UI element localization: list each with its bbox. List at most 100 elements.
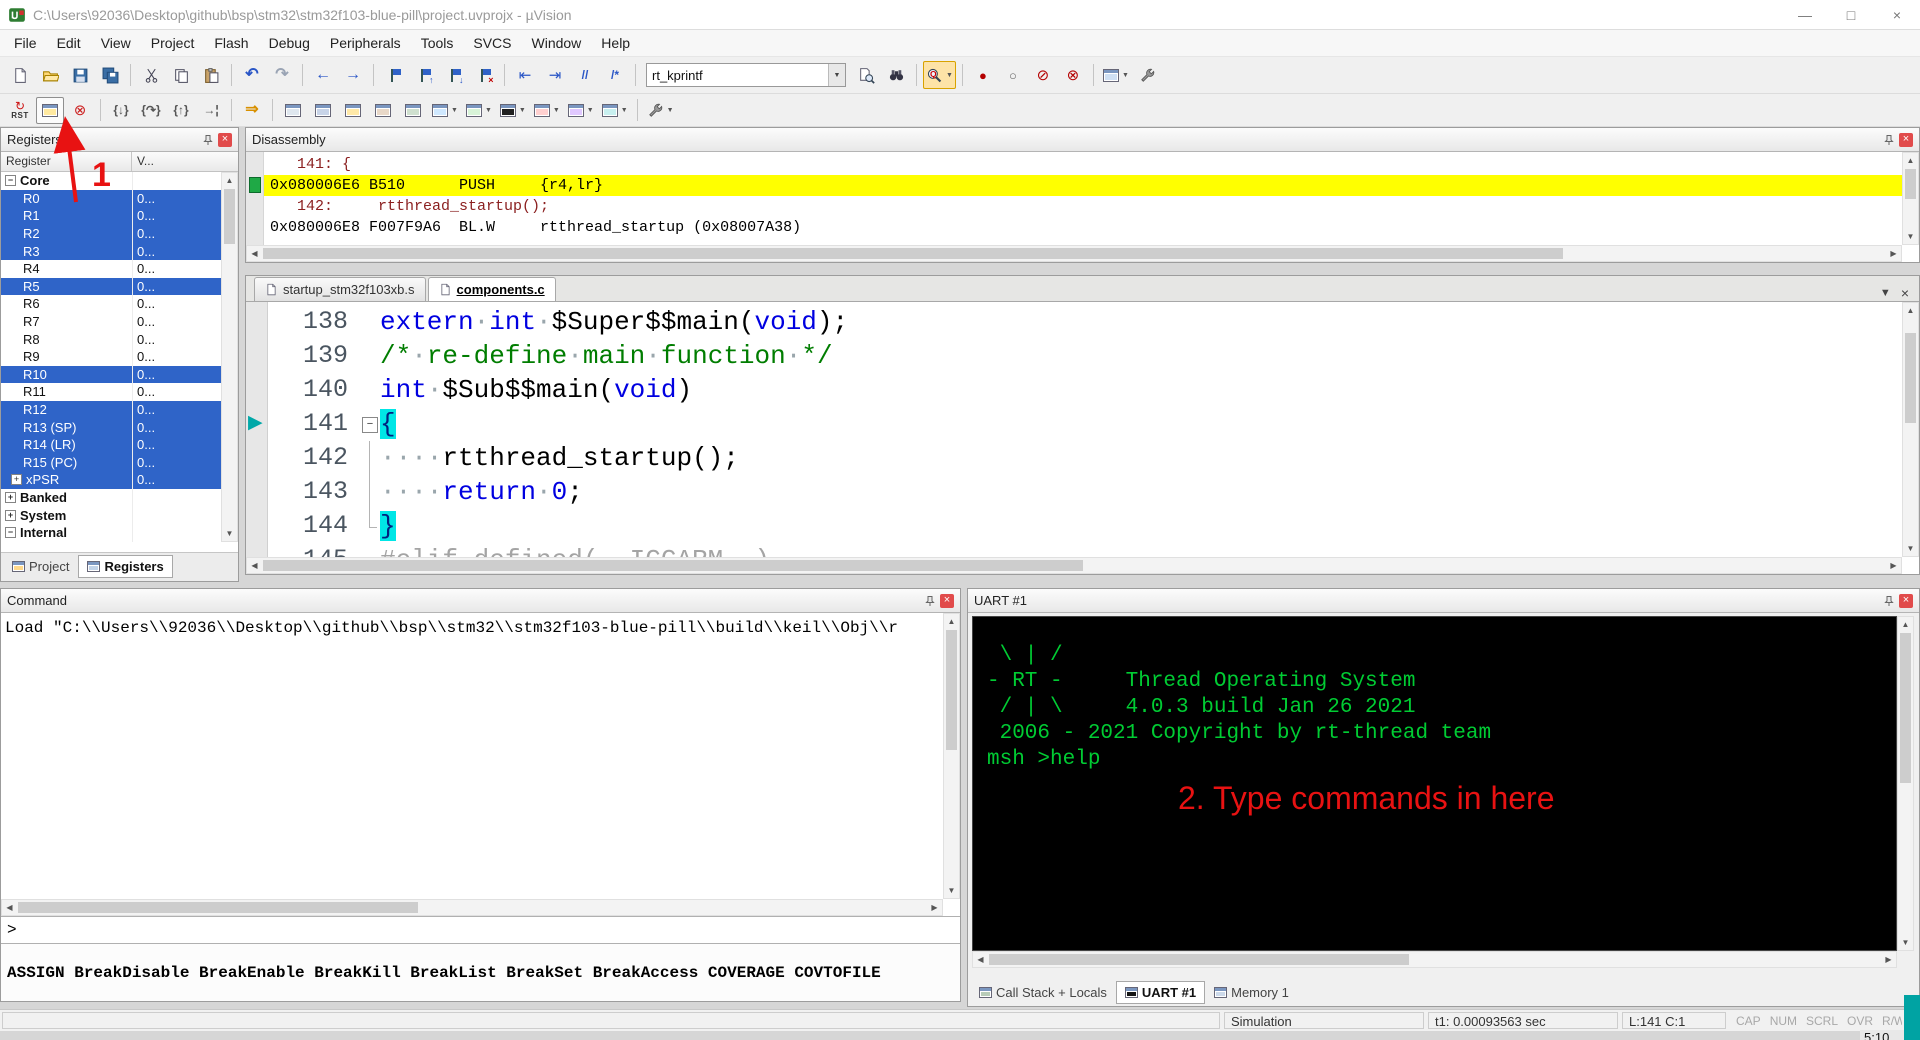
- disassembly-margin[interactable]: [246, 152, 264, 245]
- pin-icon[interactable]: [1883, 134, 1895, 146]
- step-out-button[interactable]: {↑}: [167, 97, 195, 124]
- fold-marker-open[interactable]: [360, 407, 380, 441]
- register-row-r0[interactable]: R00...: [1, 190, 221, 208]
- editor-vscrollbar-thumb[interactable]: [1905, 333, 1916, 423]
- command-input[interactable]: [17, 921, 960, 939]
- register-row-r14-lr[interactable]: R14 (LR)0...: [1, 436, 221, 454]
- editor-vscrollbar[interactable]: ▲▼: [1902, 302, 1919, 557]
- disassembly-vscrollbar-arrow-end[interactable]: ▼: [1903, 229, 1918, 244]
- registers-close-button[interactable]: ×: [218, 133, 232, 147]
- disassembly-close-button[interactable]: ×: [1899, 133, 1913, 147]
- command-hscrollbar-arrow-end[interactable]: ▶: [927, 900, 942, 915]
- uart-hscrollbar[interactable]: ◀▶: [972, 951, 1897, 968]
- register-value[interactable]: 0...: [137, 455, 155, 470]
- find-in-files-button[interactable]: [852, 61, 880, 89]
- command-output[interactable]: Load "C:\\Users\\92036\\Desktop\\github\…: [1, 613, 943, 899]
- register-row-r12[interactable]: R120...: [1, 401, 221, 419]
- menu-window[interactable]: Window: [522, 31, 592, 55]
- register-value[interactable]: 0...: [137, 296, 155, 311]
- indent-button[interactable]: ⇥: [541, 61, 569, 89]
- tab-call-stack-locals[interactable]: Call Stack + Locals: [970, 981, 1116, 1004]
- find-combo-input[interactable]: [647, 68, 828, 83]
- symbol-window-button[interactable]: [339, 97, 367, 124]
- breakpoint-enable-disable-button[interactable]: ○: [999, 61, 1027, 89]
- disassembly-vscrollbar-thumb[interactable]: [1905, 169, 1916, 199]
- uart-hscrollbar-arrow-start[interactable]: ◀: [973, 952, 988, 967]
- tab-registers[interactable]: Registers: [78, 555, 172, 578]
- register-value[interactable]: 0...: [137, 332, 155, 347]
- run-button[interactable]: [36, 97, 64, 124]
- menu-help[interactable]: Help: [591, 31, 640, 55]
- undo-button[interactable]: ↶: [238, 61, 266, 89]
- editor-hscrollbar-thumb[interactable]: [263, 560, 1083, 571]
- expand-toggle-core[interactable]: −: [5, 175, 16, 186]
- command-window-button[interactable]: [279, 97, 307, 124]
- registers-scrollbar-arrow-end[interactable]: ▼: [222, 526, 237, 541]
- toolbox-button[interactable]: ▼: [644, 97, 677, 124]
- register-row-r8[interactable]: R80...: [1, 330, 221, 348]
- watch-window-button[interactable]: ▼: [429, 97, 461, 124]
- bookmark-next-button[interactable]: ↓: [440, 61, 468, 89]
- bookmark-prev-button[interactable]: ↑: [410, 61, 438, 89]
- redo-button[interactable]: ↷: [268, 61, 296, 89]
- debug-session-dropdown[interactable]: ▼: [946, 72, 953, 79]
- expand-toggle-internal[interactable]: −: [5, 527, 16, 538]
- expand-toggle-xpsr[interactable]: +: [11, 474, 22, 485]
- editor-hscrollbar[interactable]: ◀▶: [246, 557, 1902, 574]
- run-to-cursor-button[interactable]: →¦: [197, 97, 225, 124]
- watch-window-dropdown[interactable]: ▼: [451, 107, 458, 114]
- tab-project[interactable]: Project: [3, 555, 78, 578]
- register-row-r5[interactable]: R50...: [1, 278, 221, 296]
- editor-hscrollbar-arrow-end[interactable]: ▶: [1886, 558, 1901, 573]
- editor-tab-list-button[interactable]: ▼: [1880, 287, 1891, 299]
- command-vscrollbar-arrow-end[interactable]: ▼: [944, 883, 959, 898]
- uart-vscrollbar-arrow-start[interactable]: ▲: [1898, 617, 1913, 632]
- toolbox-dropdown[interactable]: ▼: [667, 107, 674, 114]
- trace-window-button[interactable]: ▼: [565, 97, 597, 124]
- breakpoint-toggle-button[interactable]: ●: [969, 61, 997, 89]
- registers-window-button[interactable]: [369, 97, 397, 124]
- register-value[interactable]: 0...: [137, 420, 155, 435]
- editor-hscrollbar-arrow-start[interactable]: ◀: [247, 558, 262, 573]
- value-column-header[interactable]: V...: [132, 152, 238, 171]
- uart-hscrollbar-arrow-end[interactable]: ▶: [1881, 952, 1896, 967]
- editor-tab-components-c[interactable]: components.c: [428, 277, 556, 301]
- registers-scrollbar-thumb[interactable]: [224, 189, 235, 244]
- uart-hscrollbar-thumb[interactable]: [989, 954, 1409, 965]
- register-row-r3[interactable]: R30...: [1, 242, 221, 260]
- trace-window-dropdown[interactable]: ▼: [587, 107, 594, 114]
- register-row-r11[interactable]: R110...: [1, 383, 221, 401]
- configure-button[interactable]: [1134, 61, 1162, 89]
- command-close-button[interactable]: ×: [940, 594, 954, 608]
- comment-button[interactable]: //: [571, 61, 599, 89]
- menu-tools[interactable]: Tools: [411, 31, 464, 55]
- disassembly-hscrollbar-thumb[interactable]: [263, 248, 1563, 259]
- step-into-button[interactable]: {↓}: [107, 97, 135, 124]
- tab-uart-1[interactable]: UART #1: [1116, 981, 1205, 1004]
- new-file-button[interactable]: [6, 61, 34, 89]
- breakpoint-kill-all-button[interactable]: ⊗: [1059, 61, 1087, 89]
- disassembly-content[interactable]: 141: {0x080006E6 B510 PUSH {r4,lr} 142: …: [264, 152, 1902, 245]
- breakpoint-disable-all-button[interactable]: ⊘: [1029, 61, 1057, 89]
- register-value[interactable]: 0...: [137, 279, 155, 294]
- uart-vscrollbar-thumb[interactable]: [1900, 633, 1911, 783]
- register-row-internal[interactable]: −Internal: [1, 524, 221, 542]
- register-value[interactable]: 0...: [137, 349, 155, 364]
- cut-button[interactable]: [137, 61, 165, 89]
- serial-window-dropdown[interactable]: ▼: [519, 107, 526, 114]
- disassembly-vscrollbar[interactable]: ▲▼: [1902, 152, 1919, 245]
- register-row-r13-sp[interactable]: R13 (SP)0...: [1, 418, 221, 436]
- disassembly-hscrollbar-arrow-start[interactable]: ◀: [247, 246, 262, 261]
- disassembly-vscrollbar-arrow-start[interactable]: ▲: [1903, 153, 1918, 168]
- open-file-button[interactable]: [36, 61, 64, 89]
- bookmark-toggle-button[interactable]: [380, 61, 408, 89]
- uart-vscrollbar[interactable]: ▲▼: [1897, 616, 1914, 951]
- register-value[interactable]: 0...: [137, 314, 155, 329]
- pin-icon[interactable]: [924, 595, 936, 607]
- command-vscrollbar-arrow-start[interactable]: ▲: [944, 614, 959, 629]
- menu-edit[interactable]: Edit: [47, 31, 91, 55]
- menu-debug[interactable]: Debug: [259, 31, 320, 55]
- menu-file[interactable]: File: [4, 31, 47, 55]
- command-vscrollbar-thumb[interactable]: [946, 630, 957, 750]
- register-row-r15-pc[interactable]: R15 (PC)0...: [1, 454, 221, 472]
